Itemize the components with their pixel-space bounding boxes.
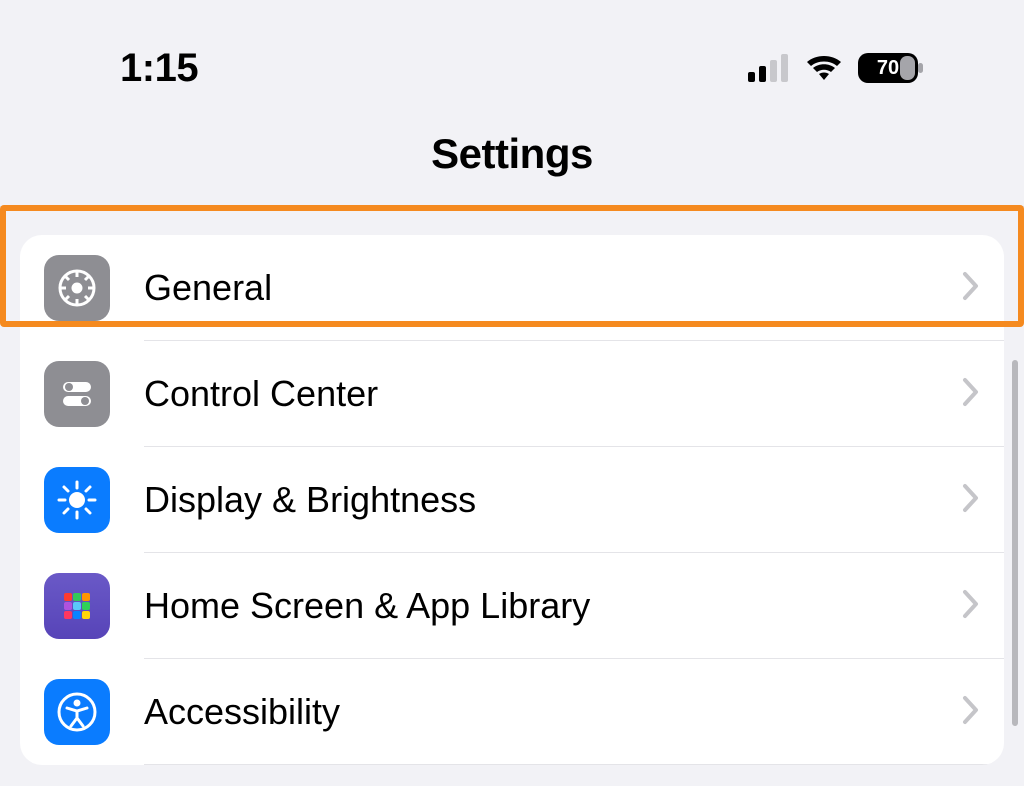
page-title-wrap: Settings xyxy=(0,100,1024,206)
page-title: Settings xyxy=(0,130,1024,178)
chevron-right-icon xyxy=(962,377,980,412)
chevron-right-icon xyxy=(962,589,980,624)
scroll-indicator[interactable] xyxy=(1012,360,1018,726)
row-control-center[interactable]: Control Center xyxy=(20,341,1004,447)
battery-percent: 70 xyxy=(858,57,918,80)
status-time: 1:15 xyxy=(120,46,198,91)
row-accessibility-label: Accessibility xyxy=(144,691,962,733)
status-bar: 1:15 xyxy=(0,0,1024,100)
settings-screen: 1:15 xyxy=(0,0,1024,786)
toggles-icon xyxy=(44,361,110,427)
chevron-right-icon xyxy=(962,271,980,306)
brightness-icon xyxy=(44,467,110,533)
app-grid-icon xyxy=(44,573,110,639)
cellular-icon xyxy=(748,54,790,82)
gear-icon xyxy=(44,255,110,321)
settings-content: General Control Center xyxy=(0,207,1024,765)
accessibility-icon xyxy=(44,679,110,745)
row-general[interactable]: General xyxy=(20,235,1004,341)
wifi-icon xyxy=(804,54,844,82)
row-display-brightness[interactable]: Display & Brightness xyxy=(20,447,1004,553)
row-control-center-label: Control Center xyxy=(144,373,962,415)
settings-list: General Control Center xyxy=(20,235,1004,765)
row-accessibility[interactable]: Accessibility xyxy=(20,659,1004,765)
row-home-screen[interactable]: Home Screen & App Library xyxy=(20,553,1004,659)
row-home-screen-label: Home Screen & App Library xyxy=(144,585,962,627)
row-general-label: General xyxy=(144,267,962,309)
chevron-right-icon xyxy=(962,695,980,730)
battery-icon: 70 xyxy=(858,53,924,83)
chevron-right-icon xyxy=(962,483,980,518)
status-indicators: 70 xyxy=(748,53,924,83)
row-display-brightness-label: Display & Brightness xyxy=(144,479,962,521)
